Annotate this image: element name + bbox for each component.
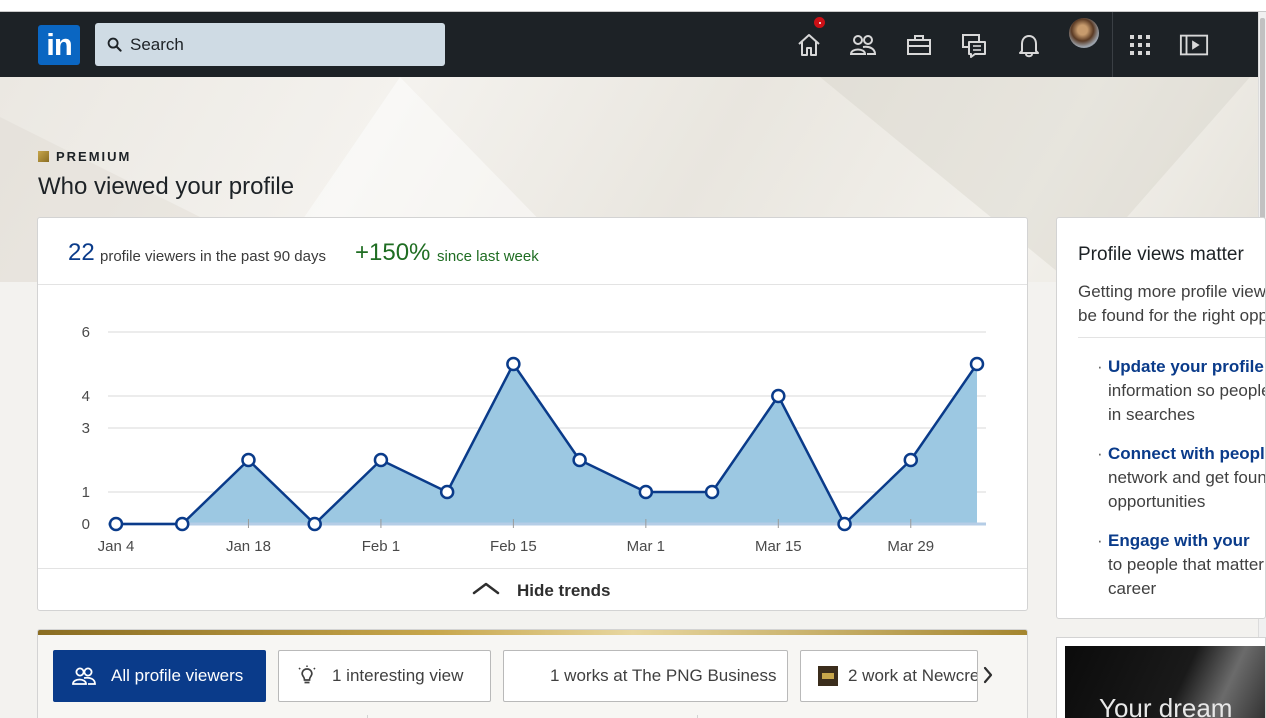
data-point[interactable] xyxy=(969,356,985,372)
data-point[interactable] xyxy=(771,388,786,404)
views-trend-chart: 0 1 3 4 6 Jan 4 Jan 18 Feb 1 Feb 15 Mar 1 Mar 15 Ma… xyxy=(82,324,986,555)
tip-body: network and get found for opportunities xyxy=(1108,468,1266,511)
x-tick-label: Jan 4 xyxy=(98,538,135,555)
filter-all-viewers[interactable]: All profile viewers xyxy=(53,650,266,702)
data-point[interactable] xyxy=(572,452,587,468)
series-area xyxy=(116,364,977,524)
messaging-icon[interactable] xyxy=(959,30,989,60)
search-input[interactable]: Search xyxy=(95,23,445,66)
nav-divider xyxy=(1112,12,1113,77)
data-point[interactable] xyxy=(704,484,720,500)
data-point[interactable] xyxy=(373,452,389,468)
x-tick-label: Mar 15 xyxy=(755,538,802,555)
tip-link[interactable]: Engage with your xyxy=(1108,529,1265,553)
filter-interesting-view[interactable]: 1 interesting view xyxy=(278,650,491,702)
tip-body: information so people find you in search… xyxy=(1108,381,1266,424)
premium-icon xyxy=(38,151,49,162)
data-point[interactable] xyxy=(638,484,654,500)
filter-label: 1 interesting view xyxy=(332,666,464,685)
learning-icon[interactable] xyxy=(1179,30,1209,60)
bullet: · xyxy=(1097,444,1103,463)
x-tick-label: Mar 1 xyxy=(627,538,665,555)
tip-link[interactable]: Connect with people xyxy=(1108,442,1265,466)
window-top-edge xyxy=(0,0,1266,12)
linkedin-logo[interactable]: in xyxy=(38,25,80,65)
premium-text: PREMIUM xyxy=(56,149,132,164)
jobs-icon[interactable] xyxy=(904,30,934,60)
side-card-title: Profile views matter xyxy=(1078,244,1244,265)
promo-card[interactable]: Your dream xyxy=(1056,637,1266,718)
company-logo-icon xyxy=(818,666,838,686)
filter-png-business[interactable]: 1 works at The PNG Business xyxy=(503,650,788,702)
divider xyxy=(1078,337,1265,338)
y-tick-label: 4 xyxy=(82,388,90,405)
promo-text: Your dream xyxy=(1099,693,1233,718)
tip-item: · Engage with your to people that matter… xyxy=(1097,529,1265,601)
profile-views-matter-card: Profile views matter Getting more profil… xyxy=(1056,217,1266,619)
side-card-intro: Getting more profile views can help you … xyxy=(1078,282,1266,325)
y-tick-label: 1 xyxy=(82,484,90,501)
viewer-filters-card: All profile viewers 1 interesting view 1… xyxy=(37,629,1028,718)
notifications-icon[interactable] xyxy=(1014,30,1044,60)
premium-label: PREMIUM xyxy=(38,149,131,164)
chevron-up-icon xyxy=(472,582,500,595)
tip-item: · Update your profile information so peo… xyxy=(1097,355,1266,427)
bullet: · xyxy=(1097,531,1103,550)
apps-grid-icon[interactable] xyxy=(1125,30,1155,60)
chevron-right-icon[interactable] xyxy=(982,665,994,685)
top-navigation: in Search xyxy=(0,12,1258,77)
x-tick-label: Feb 15 xyxy=(490,538,537,555)
search-icon xyxy=(107,37,122,52)
people-icon xyxy=(71,666,97,686)
tip-item: · Connect with people network and get fo… xyxy=(1097,442,1266,514)
filter-label: 2 work at Newcrest Mining xyxy=(848,666,978,685)
hide-trends-button[interactable]: Hide trends xyxy=(38,568,1027,610)
my-network-icon[interactable] xyxy=(848,30,878,60)
data-point[interactable] xyxy=(241,452,256,468)
search-placeholder: Search xyxy=(130,35,184,54)
bullet: · xyxy=(1097,357,1103,376)
data-point[interactable] xyxy=(903,452,919,468)
data-point[interactable] xyxy=(307,516,322,532)
data-point[interactable] xyxy=(506,356,521,372)
tip-body: to people that matter for your career xyxy=(1108,555,1264,598)
profile-avatar[interactable] xyxy=(1069,18,1099,48)
filter-label: All profile viewers xyxy=(111,666,244,685)
x-tick-label: Mar 29 xyxy=(887,538,934,555)
page-title: Who viewed your profile xyxy=(38,173,295,200)
profile-views-card: 22 profile viewers in the past 90 days +… xyxy=(37,217,1028,611)
filter-label: 1 works at The PNG Business xyxy=(550,666,777,685)
hide-trends-label: Hide trends xyxy=(517,581,611,600)
tip-link[interactable]: Update your profile xyxy=(1108,355,1265,379)
y-tick-label: 0 xyxy=(82,516,90,533)
data-point[interactable] xyxy=(108,516,124,532)
y-tick-label: 3 xyxy=(82,420,90,437)
x-tick-label: Feb 1 xyxy=(362,538,400,555)
data-point[interactable] xyxy=(837,516,852,532)
filter-newcrest[interactable]: 2 work at Newcrest Mining xyxy=(800,650,978,702)
lightbulb-icon xyxy=(296,665,318,687)
data-point[interactable] xyxy=(439,484,455,500)
y-tick-label: 6 xyxy=(82,324,90,341)
x-tick-label: Jan 18 xyxy=(226,538,271,555)
home-icon[interactable] xyxy=(794,30,824,60)
data-point[interactable] xyxy=(174,516,190,532)
page: in Search PREMIUM Who viewed your profil… xyxy=(0,0,1266,718)
premium-accent-bar xyxy=(38,630,1027,635)
promo-image: Your dream xyxy=(1065,646,1265,718)
home-notification-badge xyxy=(812,15,827,30)
